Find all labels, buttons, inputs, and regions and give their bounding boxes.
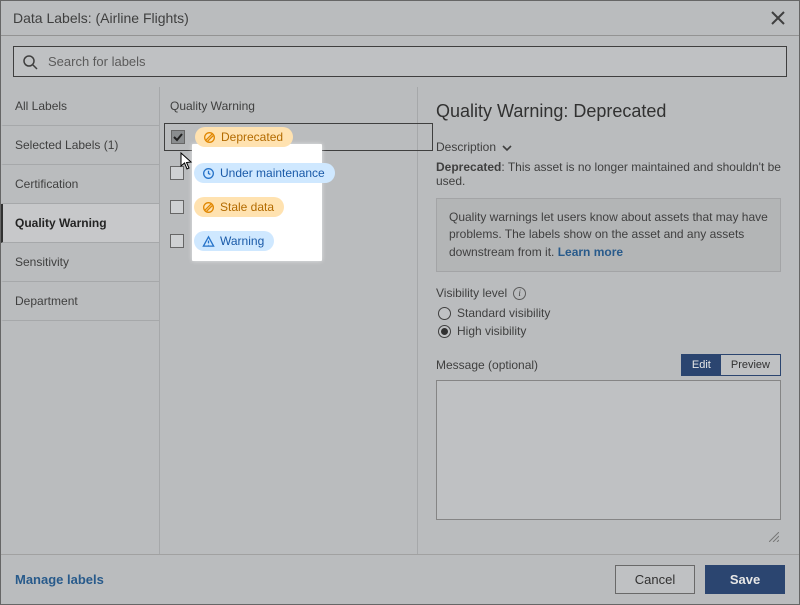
footer-buttons: Cancel Save: [615, 565, 785, 594]
description-label: Description: [436, 140, 496, 154]
sidebar-label: All Labels: [15, 99, 67, 113]
learn-more-link[interactable]: Learn more: [558, 245, 623, 259]
radio-label: Standard visibility: [457, 306, 550, 320]
titlebar: Data Labels: (Airline Flights): [1, 1, 799, 36]
info-box: Quality warnings let users know about as…: [436, 198, 781, 272]
chip-label: Under maintenance: [220, 166, 325, 180]
description-text: Deprecated: This asset is no longer main…: [436, 160, 781, 188]
sidebar-item-sensitivity[interactable]: Sensitivity: [1, 243, 159, 282]
detail-panel: Quality Warning: Deprecated Description …: [417, 87, 799, 554]
visibility-label: Visibility level: [436, 286, 507, 300]
resize-handle-icon: [769, 532, 779, 542]
sidebar-item-department[interactable]: Department: [1, 282, 159, 321]
edit-preview-toggle: Edit Preview: [681, 354, 781, 376]
checkbox-under-maintenance[interactable]: [170, 166, 184, 180]
radio-high-visibility[interactable]: High visibility: [438, 324, 781, 338]
info-icon[interactable]: i: [513, 287, 526, 300]
chip-label: Stale data: [220, 200, 274, 214]
visibility-label-row: Visibility level i: [436, 286, 781, 300]
warn-striped-icon: [202, 201, 215, 214]
chip-deprecated: Deprecated: [195, 127, 293, 147]
manage-labels-link[interactable]: Manage labels: [15, 572, 104, 587]
message-textarea[interactable]: [436, 380, 781, 520]
chip-under-maintenance: Under maintenance: [194, 163, 335, 183]
sidebar-item-selected-labels[interactable]: Selected Labels (1): [1, 126, 159, 165]
chip-warning: Warning: [194, 231, 274, 251]
search-icon: [22, 54, 38, 70]
checkbox-stale-data[interactable]: [170, 200, 184, 214]
search-bar[interactable]: [13, 46, 787, 77]
label-row-under-maintenance[interactable]: Under maintenance: [170, 161, 403, 185]
sidebar: All Labels Selected Labels (1) Certifica…: [1, 87, 159, 554]
detail-heading: Quality Warning: Deprecated: [436, 101, 781, 122]
sidebar-label: Quality Warning: [15, 216, 107, 230]
message-area-wrap: [436, 380, 781, 544]
edit-tab[interactable]: Edit: [682, 355, 721, 375]
radio-standard-visibility[interactable]: Standard visibility: [438, 306, 781, 320]
dialog-title: Data Labels: (Airline Flights): [13, 10, 189, 26]
search-input[interactable]: [46, 53, 778, 70]
chip-label: Warning: [220, 234, 264, 248]
sidebar-item-quality-warning[interactable]: Quality Warning: [1, 204, 159, 243]
preview-tab[interactable]: Preview: [721, 355, 780, 375]
chevron-down-icon: [502, 142, 512, 152]
cancel-button[interactable]: Cancel: [615, 565, 695, 594]
sidebar-label: Certification: [15, 177, 78, 191]
save-button[interactable]: Save: [705, 565, 785, 594]
desc-bold: Deprecated: [436, 160, 501, 174]
radio-icon: [438, 325, 451, 338]
footer: Manage labels Cancel Save: [1, 554, 799, 604]
sidebar-label: Department: [15, 294, 78, 308]
chip-label: Deprecated: [221, 130, 283, 144]
chip-stale-data: Stale data: [194, 197, 284, 217]
close-icon[interactable]: [769, 9, 787, 27]
wrench-clock-icon: [202, 167, 215, 180]
dialog-body: All Labels Selected Labels (1) Certifica…: [1, 87, 799, 554]
radio-icon: [438, 307, 451, 320]
warn-triangle-icon: [202, 235, 215, 248]
sidebar-item-all-labels[interactable]: All Labels: [1, 87, 159, 126]
checkbox-deprecated[interactable]: [171, 130, 185, 144]
sidebar-label: Selected Labels (1): [15, 138, 118, 152]
radio-label: High visibility: [457, 324, 526, 338]
sidebar-item-certification[interactable]: Certification: [1, 165, 159, 204]
data-labels-dialog: Data Labels: (Airline Flights) All Label…: [0, 0, 800, 605]
message-header: Message (optional) Edit Preview: [436, 354, 781, 376]
description-toggle[interactable]: Description: [436, 140, 781, 154]
visibility-radio-group: Standard visibility High visibility: [438, 306, 781, 338]
checkbox-warning[interactable]: [170, 234, 184, 248]
warn-striped-icon: [203, 131, 216, 144]
message-label: Message (optional): [436, 358, 538, 372]
sidebar-label: Sensitivity: [15, 255, 69, 269]
label-list-title: Quality Warning: [170, 99, 403, 113]
